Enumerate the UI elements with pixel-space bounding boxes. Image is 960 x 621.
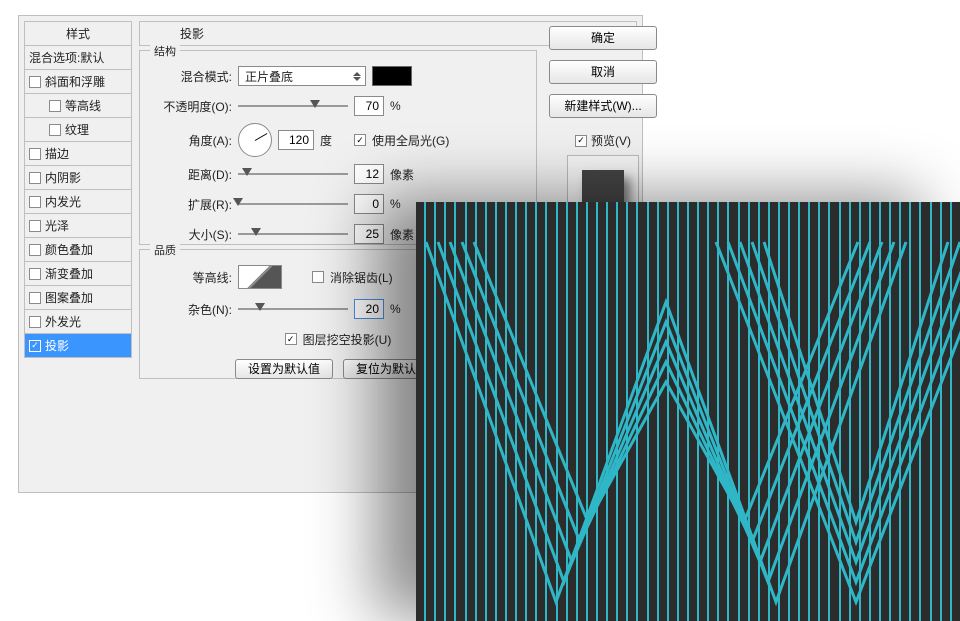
knockout-label: 图层挖空投影(U) [303,331,392,348]
list-item-color-overlay[interactable]: 颜色叠加 [24,238,132,262]
size-unit: 像素 [390,226,418,243]
checkbox-icon[interactable] [29,76,41,88]
blending-options[interactable]: 混合选项:默认 [24,46,132,70]
set-default-button[interactable]: 设置为默认值 [235,359,333,379]
list-item-pattern-overlay[interactable]: 图案叠加 [24,286,132,310]
checkbox-icon[interactable] [29,172,41,184]
right-actions: 确定 取消 新建样式(W)... 预览(V) [549,26,657,227]
list-label: 斜面和浮雕 [45,70,105,94]
blend-mode-select[interactable]: 正片叠底 [238,66,366,86]
list-label: 颜色叠加 [45,238,93,262]
distance-slider[interactable] [238,167,348,181]
checkbox-icon[interactable] [29,316,41,328]
antialias-label: 消除锯齿(L) [330,269,393,286]
checkbox-icon[interactable] [29,148,41,160]
noise-label: 杂色(N): [150,301,232,318]
angle-unit: 度 [320,132,348,149]
group-title: 品质 [150,242,180,258]
list-label: 纹理 [65,118,89,142]
list-label: 等高线 [65,94,101,118]
size-slider[interactable] [238,227,348,241]
contour-picker[interactable] [238,265,282,289]
list-label: 光泽 [45,214,69,238]
checkbox-icon[interactable] [29,220,41,232]
contour-label: 等高线: [150,269,232,286]
spread-label: 扩展(R): [150,196,232,213]
list-item-contour[interactable]: 等高线 [24,94,132,118]
list-label: 描边 [45,142,69,166]
list-item-inner-glow[interactable]: 内发光 [24,190,132,214]
list-item-drop-shadow[interactable]: 投影 [24,334,132,358]
list-label: 内发光 [45,190,81,214]
list-label: 图案叠加 [45,286,93,310]
global-light-label: 使用全局光(G) [372,132,449,149]
group-title: 结构 [150,43,180,59]
angle-input[interactable] [278,130,314,150]
list-item-bevel[interactable]: 斜面和浮雕 [24,70,132,94]
checkbox-icon[interactable] [49,100,61,112]
checkbox-icon[interactable] [29,340,41,352]
artwork-preview [416,202,960,621]
global-light-checkbox[interactable] [354,134,366,146]
list-label: 渐变叠加 [45,262,93,286]
checkbox-icon[interactable] [49,124,61,136]
list-item-gradient-overlay[interactable]: 渐变叠加 [24,262,132,286]
checkbox-icon[interactable] [29,244,41,256]
size-label: 大小(S): [150,226,232,243]
angle-label: 角度(A): [150,132,232,149]
list-item-stroke[interactable]: 描边 [24,142,132,166]
preview-label: 预览(V) [591,132,631,149]
size-input[interactable] [354,224,384,244]
select-value: 正片叠底 [245,68,293,85]
checkbox-icon[interactable] [29,292,41,304]
select-arrows-icon [351,68,363,84]
opacity-slider[interactable] [238,99,348,113]
list-item-outer-glow[interactable]: 外发光 [24,310,132,334]
ok-button[interactable]: 确定 [549,26,657,50]
new-style-button[interactable]: 新建样式(W)... [549,94,657,118]
distance-unit: 像素 [390,166,418,183]
opacity-unit: % [390,99,418,113]
noise-input[interactable] [354,299,384,319]
cancel-button[interactable]: 取消 [549,60,657,84]
blend-mode-label: 混合模式: [150,68,232,85]
opacity-input[interactable] [354,96,384,116]
noise-slider[interactable] [238,302,348,316]
knockout-checkbox[interactable] [285,333,297,345]
shadow-color-swatch[interactable] [372,66,412,86]
checkbox-icon[interactable] [29,268,41,280]
opacity-label: 不透明度(O): [150,98,232,115]
list-label: 内阴影 [45,166,81,190]
antialias-checkbox[interactable] [312,271,324,283]
style-list: 样式 混合选项:默认 斜面和浮雕 等高线 纹理 描边 内阴影 内发光 光泽 [24,21,132,358]
list-label: 外发光 [45,310,81,334]
list-item-inner-shadow[interactable]: 内阴影 [24,166,132,190]
angle-dial[interactable] [238,123,272,157]
artwork-stripes [416,202,960,621]
list-item-satin[interactable]: 光泽 [24,214,132,238]
distance-label: 距离(D): [150,166,232,183]
spread-unit: % [390,197,418,211]
checkbox-icon[interactable] [29,196,41,208]
preview-checkbox[interactable] [575,135,587,147]
noise-unit: % [390,302,418,316]
list-label: 投影 [45,334,69,358]
list-item-texture[interactable]: 纹理 [24,118,132,142]
spread-input[interactable] [354,194,384,214]
styles-header[interactable]: 样式 [24,21,132,46]
distance-input[interactable] [354,164,384,184]
spread-slider[interactable] [238,197,348,211]
